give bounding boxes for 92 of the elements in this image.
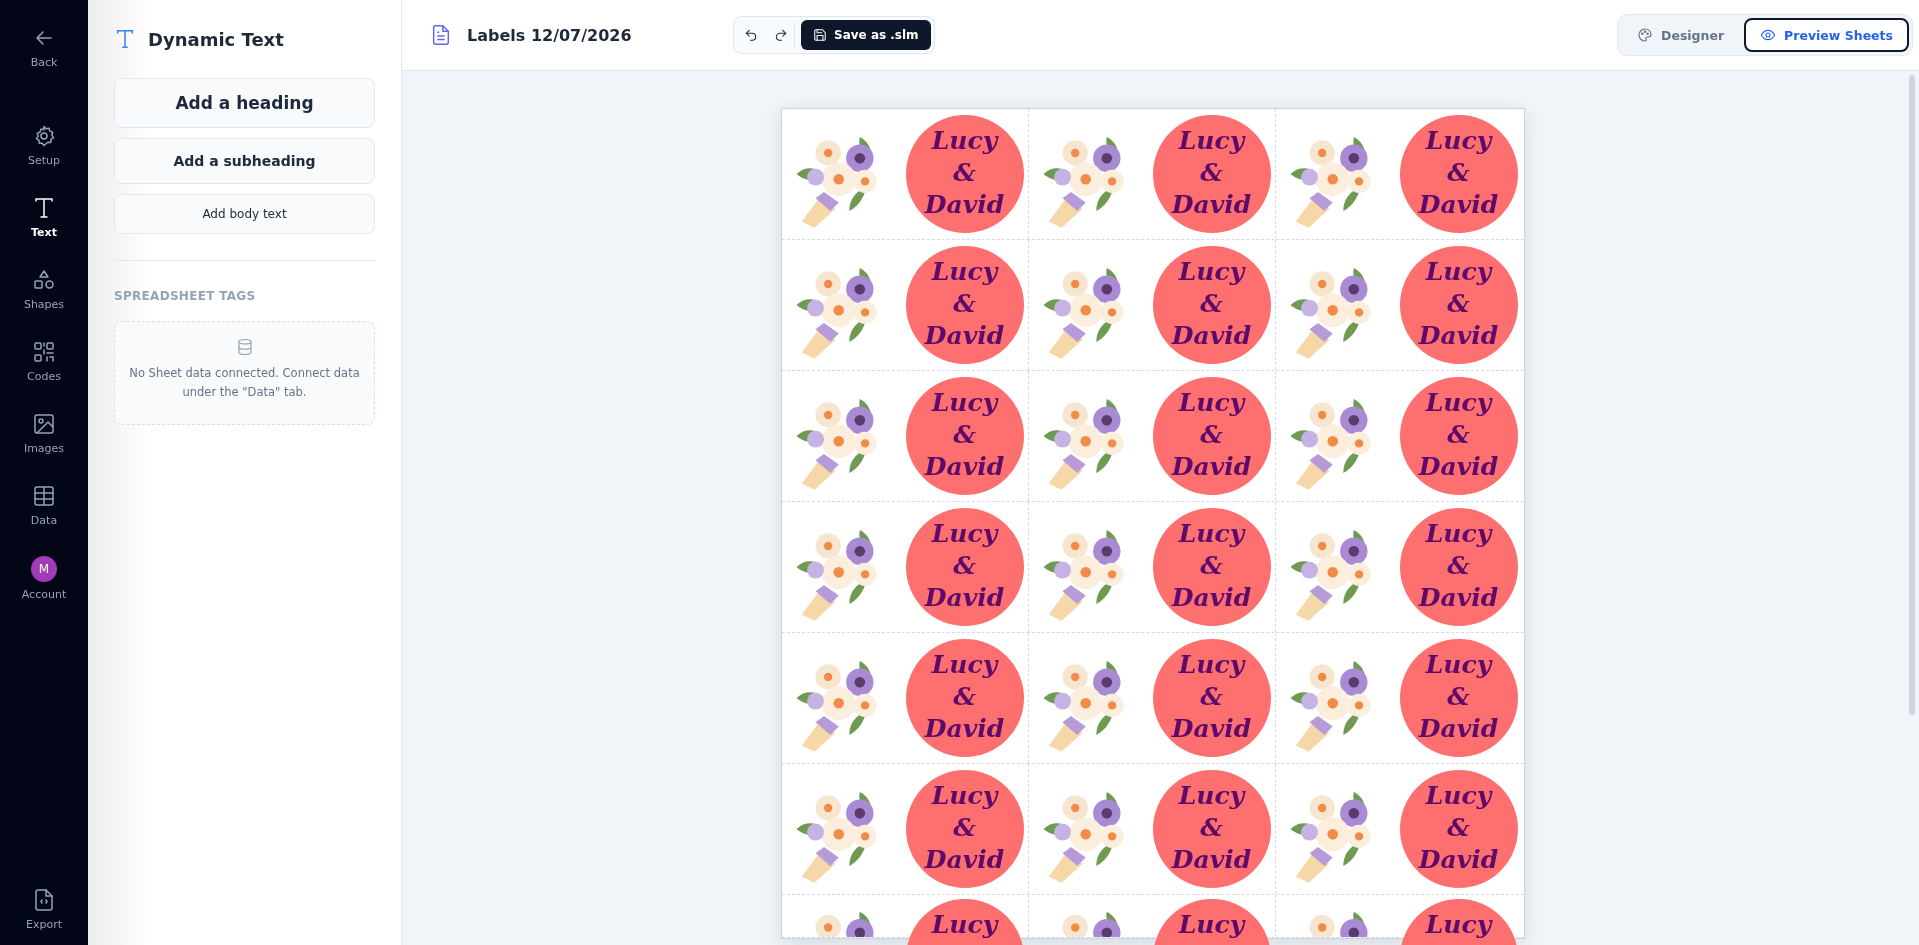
label-text: & xyxy=(1447,681,1470,713)
label-text: & xyxy=(953,419,976,451)
shapes-icon xyxy=(32,268,56,292)
label-text: David xyxy=(1171,451,1252,483)
label-text: Lucy xyxy=(1178,256,1245,288)
label-text: Lucy xyxy=(931,649,998,681)
mode-tab[interactable]: Preview Sheets xyxy=(1744,18,1909,52)
label-text: Lucy xyxy=(931,387,998,419)
label-text: & xyxy=(1447,288,1470,320)
label-text: Lucy xyxy=(931,256,998,288)
label-text: & xyxy=(1200,812,1223,844)
body-button[interactable]: Add body text xyxy=(114,194,375,234)
label-text: Lucy xyxy=(1178,518,1245,550)
label-text: David xyxy=(924,451,1005,483)
empty-message: No Sheet data connected. Connect data under the "Data" tab. xyxy=(129,365,360,401)
save-icon xyxy=(813,28,827,42)
nav-item[interactable]: M Account xyxy=(6,552,82,605)
eye-icon xyxy=(1760,27,1777,43)
nav-item[interactable]: Shapes xyxy=(6,264,82,315)
subheading-button[interactable]: Add a subheading xyxy=(114,138,375,184)
section-title: SPREADSHEET TAGS xyxy=(114,289,257,303)
label-text: Lucy xyxy=(1178,387,1245,419)
label-text: David xyxy=(1171,320,1252,352)
text-t-icon xyxy=(114,28,136,50)
palette-icon xyxy=(1637,27,1654,43)
label-text: & xyxy=(1447,419,1470,451)
label-text: & xyxy=(953,681,976,713)
nav-item[interactable]: Back xyxy=(6,22,82,73)
label-text: David xyxy=(1418,582,1499,614)
scrollbar[interactable] xyxy=(1909,75,1915,715)
label-text: Lucy xyxy=(1178,125,1245,157)
label-text: Lucy xyxy=(1425,387,1492,419)
label-text: & xyxy=(1200,157,1223,189)
label-text: David xyxy=(924,844,1005,876)
table-icon xyxy=(32,484,56,508)
label-text: Lucy xyxy=(931,125,998,157)
label-text: Lucy xyxy=(1425,256,1492,288)
label-text: Lucy xyxy=(931,780,998,812)
nav-item[interactable]: Export xyxy=(6,884,82,935)
label-text: David xyxy=(924,713,1005,745)
label-text: & xyxy=(1447,157,1470,189)
redo-icon xyxy=(773,28,788,42)
nav-item[interactable]: Codes xyxy=(6,336,82,387)
label-text: Lucy xyxy=(931,909,998,941)
code-file-icon xyxy=(32,888,56,912)
nav-item[interactable]: Images xyxy=(6,408,82,459)
label-text: Lucy xyxy=(1425,780,1492,812)
label-text: & xyxy=(953,288,976,320)
label-text: David xyxy=(1418,451,1499,483)
heading-button[interactable]: Add a heading xyxy=(114,78,375,128)
label-text: Lucy xyxy=(1178,909,1245,941)
label-text: Lucy xyxy=(931,518,998,550)
nav-item[interactable]: Text xyxy=(6,192,82,243)
label-text: David xyxy=(1418,844,1499,876)
qr-code-icon xyxy=(32,340,56,364)
label-text: David xyxy=(1418,189,1499,221)
avatar: M xyxy=(31,556,57,582)
document-title: Labels 12/07/2026 xyxy=(467,25,632,45)
undo-icon xyxy=(744,28,758,42)
label-text: & xyxy=(953,550,976,582)
label-text: & xyxy=(953,157,976,189)
label-text: David xyxy=(1171,189,1252,221)
label-text: & xyxy=(1200,288,1223,320)
label-text: David xyxy=(924,582,1005,614)
label-text: & xyxy=(1200,550,1223,582)
label-text: David xyxy=(924,320,1005,352)
label-text: Lucy xyxy=(1178,780,1245,812)
label-text: Lucy xyxy=(1425,125,1492,157)
image-icon xyxy=(32,412,56,436)
mode-tab[interactable]: Designer xyxy=(1621,18,1741,52)
nav-item[interactable]: Data xyxy=(6,480,82,531)
label-text: & xyxy=(1447,550,1470,582)
label-text: & xyxy=(1200,681,1223,713)
label-text: & xyxy=(953,812,976,844)
nav-item[interactable]: Setup xyxy=(6,120,82,171)
label-text: David xyxy=(1171,582,1252,614)
text-t-icon xyxy=(32,196,56,220)
label-text: & xyxy=(1200,419,1223,451)
label-text: Lucy xyxy=(1425,909,1492,941)
label-text: Lucy xyxy=(1425,518,1492,550)
label-text: David xyxy=(924,189,1005,221)
save-button[interactable]: Save as .slm xyxy=(801,20,931,50)
label-text: David xyxy=(1171,844,1252,876)
label-text: David xyxy=(1171,713,1252,745)
label-text: & xyxy=(1447,812,1470,844)
label-text: Lucy xyxy=(1178,649,1245,681)
label-text: Lucy xyxy=(1425,649,1492,681)
label-text: David xyxy=(1418,320,1499,352)
panel-title: Dynamic Text xyxy=(148,28,284,50)
database-icon xyxy=(235,338,254,356)
label-text: David xyxy=(1418,713,1499,745)
document-icon xyxy=(430,24,452,46)
